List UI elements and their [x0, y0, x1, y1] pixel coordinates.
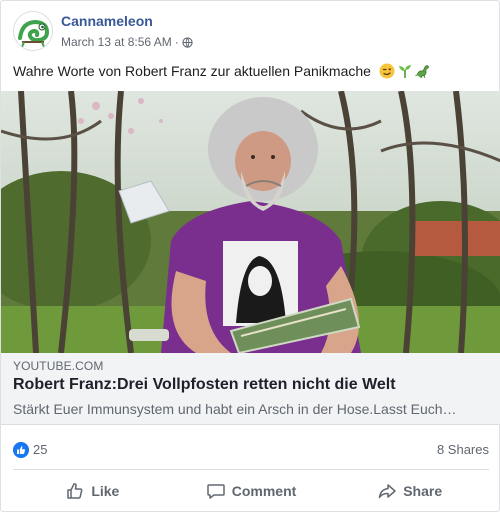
comment-button-label: Comment: [231, 483, 297, 499]
share-button-label: Share: [403, 483, 443, 499]
meta-separator: ·: [174, 35, 179, 49]
like-reaction-icon[interactable]: [13, 442, 29, 458]
share-count[interactable]: 8 Shares: [437, 442, 489, 457]
post-message-text: Wahre Worte von Robert Franz zur aktuell…: [13, 63, 371, 79]
post-timestamp[interactable]: March 13 at 8:56 AM: [61, 35, 172, 49]
page-avatar[interactable]: [13, 11, 53, 51]
thumbs-up-icon: [67, 483, 83, 499]
like-button-label: Like: [91, 483, 120, 499]
link-preview[interactable]: YOUTUBE.COM Robert Franz:Drei Vollpfoste…: [1, 353, 500, 425]
post-message: Wahre Worte von Robert Franz zur aktuell…: [13, 63, 431, 79]
share-arrow-icon: [378, 484, 396, 499]
post-stats: 25 8 Shares: [13, 439, 489, 461]
post-header: Cannameleon March 13 at 8:56 AM ·: [13, 11, 489, 55]
like-button[interactable]: Like: [13, 473, 172, 509]
share-button[interactable]: Share: [330, 473, 489, 509]
comment-button[interactable]: Comment: [172, 473, 331, 509]
video-thumbnail-image: [1, 91, 500, 353]
page-name-link[interactable]: Cannameleon: [61, 13, 153, 29]
post-meta: March 13 at 8:56 AM ·: [61, 35, 193, 49]
chameleon-logo-icon: [14, 12, 52, 50]
link-title[interactable]: Robert Franz:Drei Vollpfosten retten nic…: [13, 376, 396, 394]
seedling-emoji: [398, 65, 411, 78]
comment-bubble-icon: [206, 484, 225, 499]
link-domain: YOUTUBE.COM: [13, 359, 104, 373]
action-divider: [13, 469, 489, 470]
winking-face-emoji: [379, 63, 395, 79]
video-thumbnail[interactable]: [1, 91, 500, 353]
link-description: Stärkt Euer Immunsystem und habt ein Ars…: [13, 401, 457, 417]
dinosaur-emoji: [415, 65, 429, 79]
post-actions: Like Comment Share: [13, 473, 489, 509]
like-count[interactable]: 25: [33, 442, 47, 457]
facebook-post: Cannameleon March 13 at 8:56 AM · Wahre …: [0, 0, 500, 512]
globe-icon: [182, 36, 193, 48]
